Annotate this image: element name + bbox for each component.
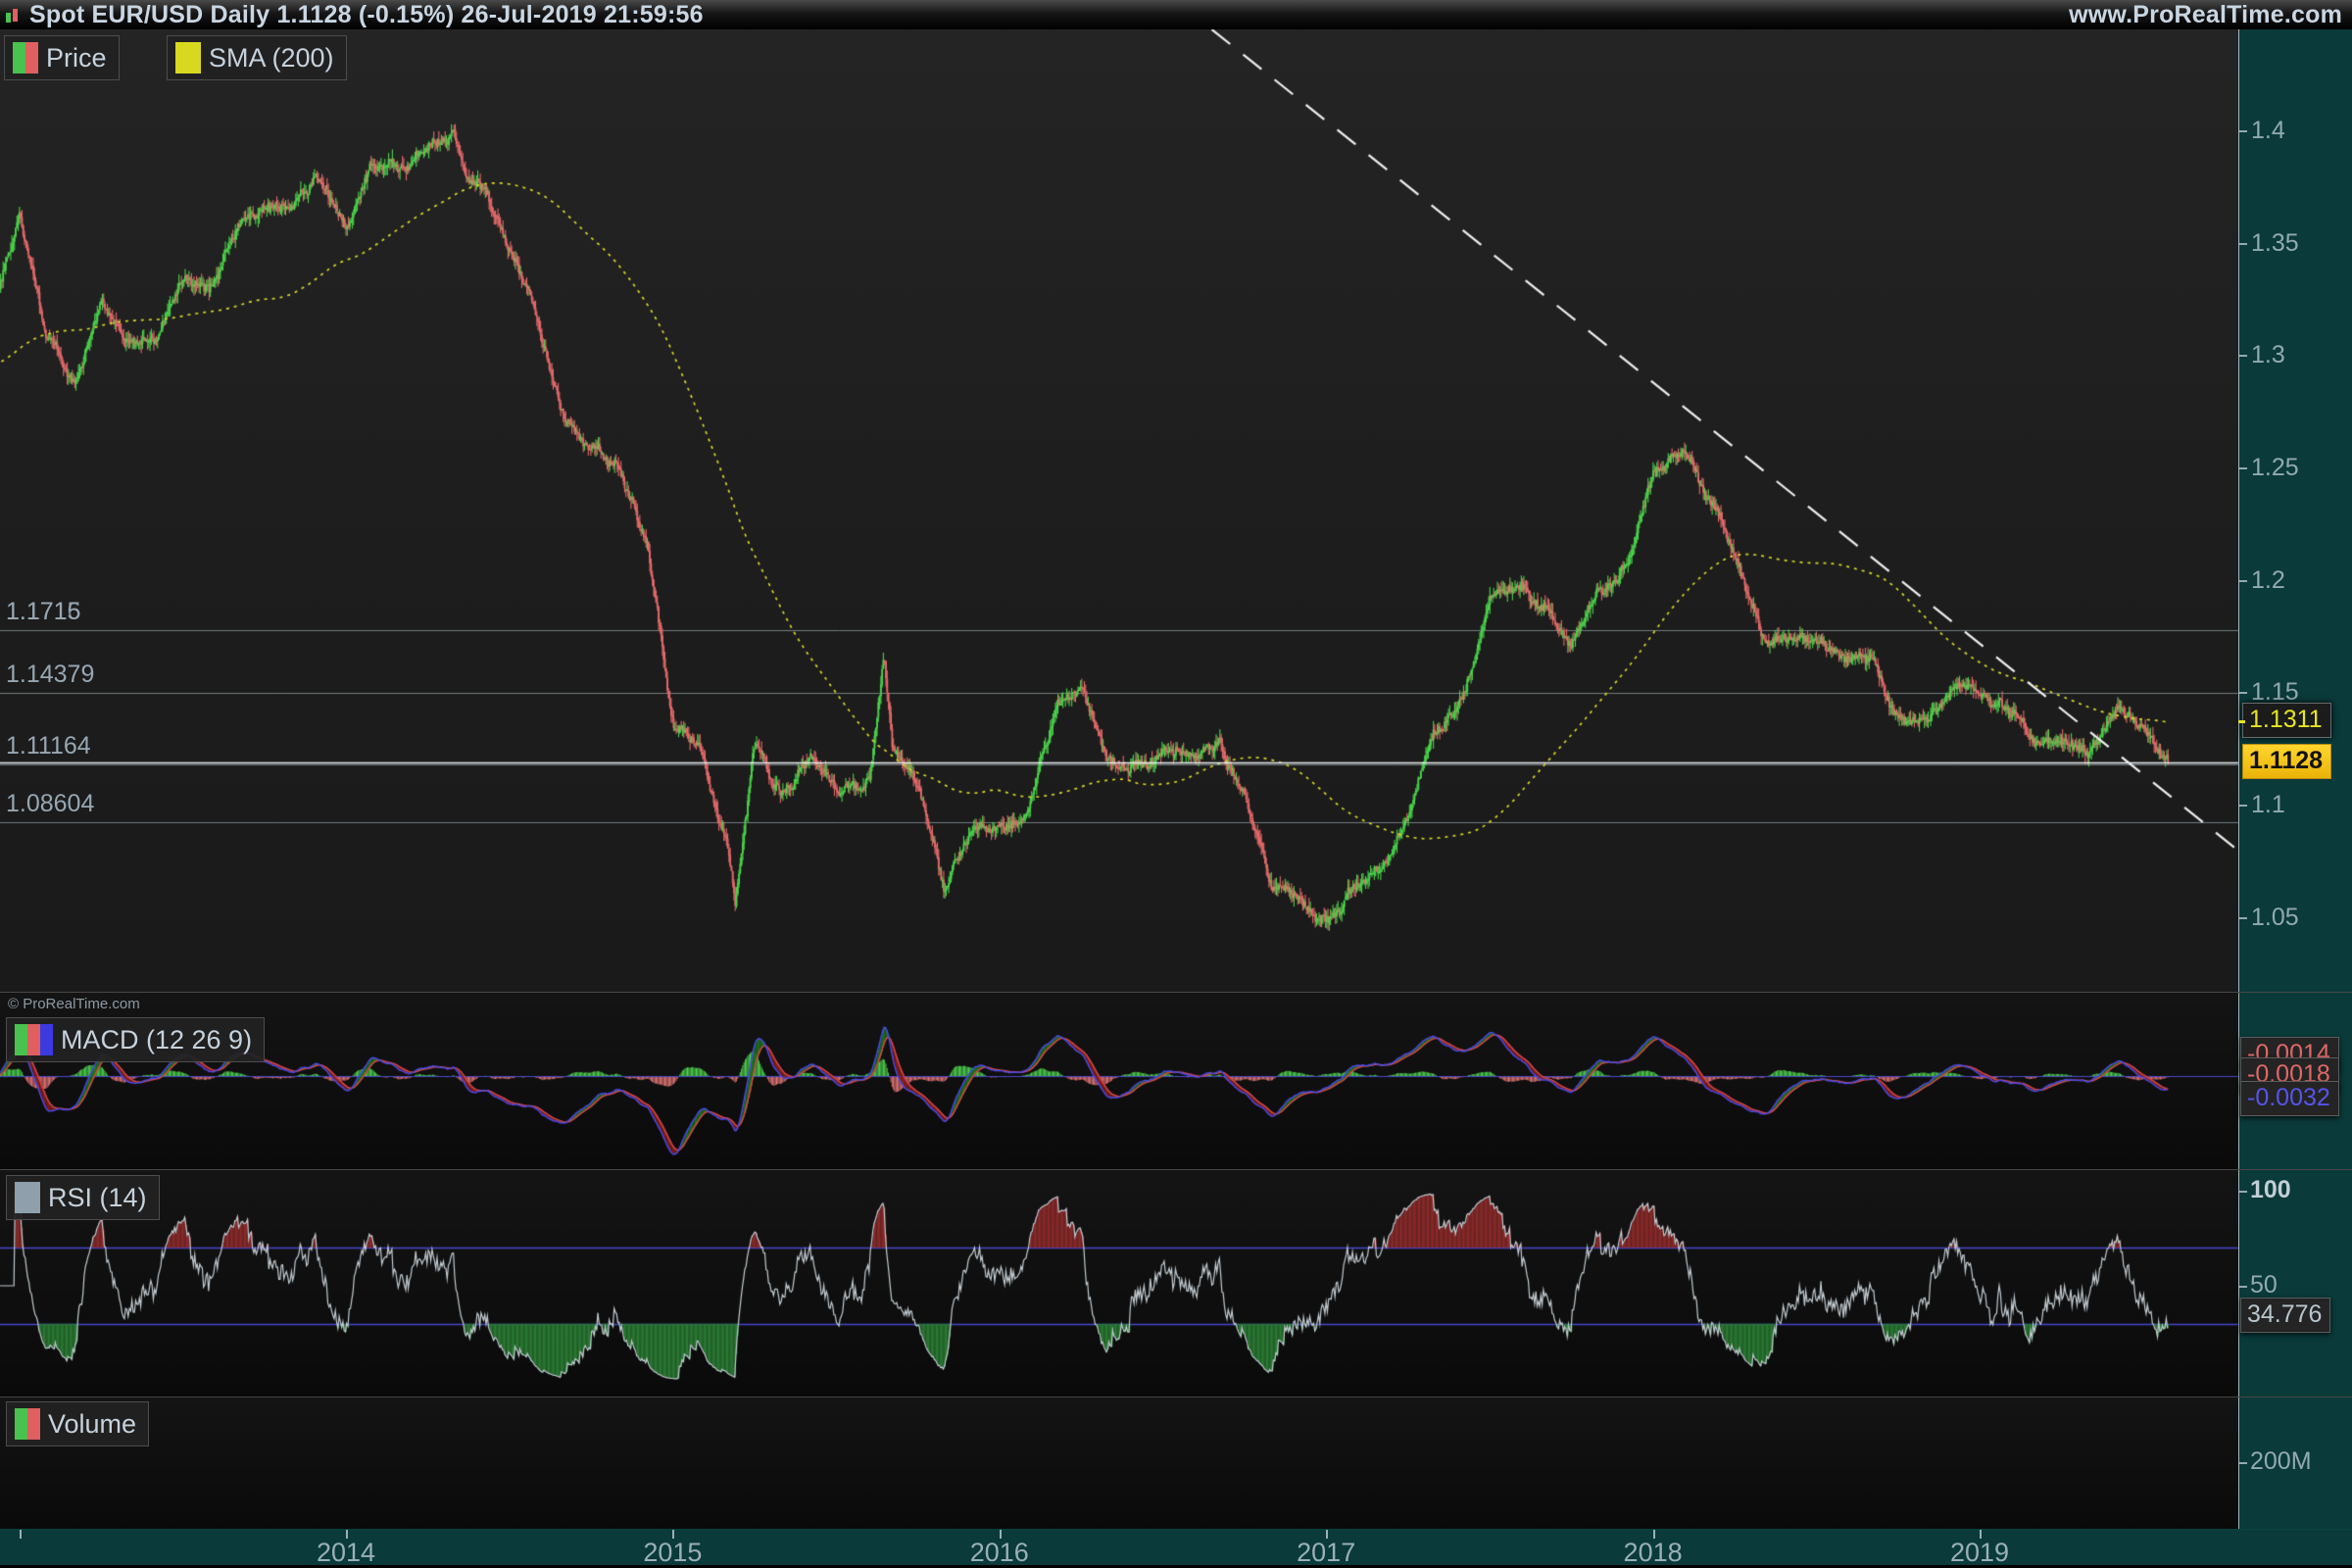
rsi-mid-tick: 50 — [2250, 1271, 2278, 1299]
time-axis-year-label: 2018 — [1624, 1538, 1683, 1568]
sma-axis-tick — [2238, 720, 2245, 723]
price-tick-mark — [2239, 580, 2247, 582]
axis-tick-mark — [2239, 1462, 2247, 1464]
price-tick-mark — [2239, 467, 2247, 469]
price-tick-mark — [2239, 692, 2247, 694]
axis-tick-mark — [2239, 1191, 2247, 1193]
price-swatch-icon — [13, 42, 38, 74]
volume-axis-tick: 200M — [2250, 1447, 2312, 1476]
panel-separator — [0, 1396, 2352, 1397]
legend-price-label: Price — [46, 43, 107, 74]
volume-swatch-icon — [15, 1408, 40, 1440]
sma-swatch-icon — [175, 42, 201, 74]
legend-sma-chip[interactable]: SMA (200) — [167, 35, 347, 80]
watermark: © ProRealTime.com — [8, 996, 140, 1012]
legend-sma-label: SMA (200) — [209, 43, 334, 74]
price-axis-tick: 1.4 — [2251, 117, 2285, 145]
price-level-label[interactable]: 1.08604 — [6, 790, 94, 818]
panel-separator — [0, 992, 2352, 993]
price-level-label[interactable]: 1.11164 — [6, 732, 91, 760]
price-tick-mark — [2239, 130, 2247, 132]
price-level-label[interactable]: 1.17151.1716 — [6, 598, 80, 626]
price-axis-tick: 1.2 — [2251, 566, 2285, 595]
price-axis-tick: 1.25 — [2251, 454, 2299, 482]
last-price-badge: 1.1128 — [2242, 744, 2331, 779]
macd-swatch-icon — [15, 1024, 53, 1055]
price-tick-mark — [2239, 243, 2247, 245]
price-tick-mark — [2239, 917, 2247, 919]
price-axis-tick: 1.3 — [2251, 341, 2285, 369]
chart-title: Spot EUR/USD Daily 1.1128 (-0.15%) 26-Ju… — [29, 1, 704, 29]
chart-window: Spot EUR/USD Daily 1.1128 (-0.15%) 26-Ju… — [0, 0, 2352, 1568]
time-axis-year-label: 2015 — [643, 1538, 702, 1568]
price-level-label[interactable]: 1.14379 — [6, 661, 94, 689]
candlestick-icon — [6, 7, 22, 24]
time-axis-tick — [20, 1530, 22, 1539]
legend-volume-chip[interactable]: Volume — [6, 1401, 149, 1446]
time-axis-year-label: 2014 — [317, 1538, 375, 1568]
panel-separator — [0, 1169, 2352, 1170]
legend-rsi-chip[interactable]: RSI (14) — [6, 1175, 160, 1220]
legend-volume-label: Volume — [48, 1409, 136, 1440]
rsi-upper-tick: 100 — [2250, 1176, 2291, 1204]
price-axis-tick: 1.05 — [2251, 904, 2299, 932]
time-axis-year-label: 2017 — [1297, 1538, 1355, 1568]
time-axis-year-label: 2016 — [970, 1538, 1029, 1568]
time-axis[interactable]: 2014 2015 2016 2017 2018 2019 — [0, 1529, 2352, 1566]
price-axis-tick: 1.1 — [2251, 791, 2285, 819]
legend-macd-chip[interactable]: MACD (12 26 9) — [6, 1017, 265, 1062]
title-bar: Spot EUR/USD Daily 1.1128 (-0.15%) 26-Ju… — [0, 0, 2352, 29]
axis-tick-mark — [2239, 1286, 2247, 1288]
sma-value-badge: 1.1311 — [2242, 703, 2331, 738]
chart-canvas[interactable] — [0, 0, 2352, 1568]
legend-price-chip[interactable]: Price — [4, 35, 120, 80]
rsi-value-badge: 34.776 — [2240, 1298, 2330, 1333]
legend-rsi-label: RSI (14) — [48, 1183, 147, 1213]
site-link[interactable]: www.ProRealTime.com — [2069, 1, 2342, 29]
time-axis-year-label: 2019 — [1950, 1538, 2009, 1568]
macd-line-value-badge: -0.0032 — [2240, 1081, 2339, 1116]
legend-macd-label: MACD (12 26 9) — [61, 1025, 252, 1055]
price-tick-mark — [2239, 355, 2247, 357]
price-axis-tick: 1.35 — [2251, 229, 2299, 258]
price-tick-mark — [2239, 805, 2247, 807]
rsi-swatch-icon — [15, 1182, 40, 1213]
